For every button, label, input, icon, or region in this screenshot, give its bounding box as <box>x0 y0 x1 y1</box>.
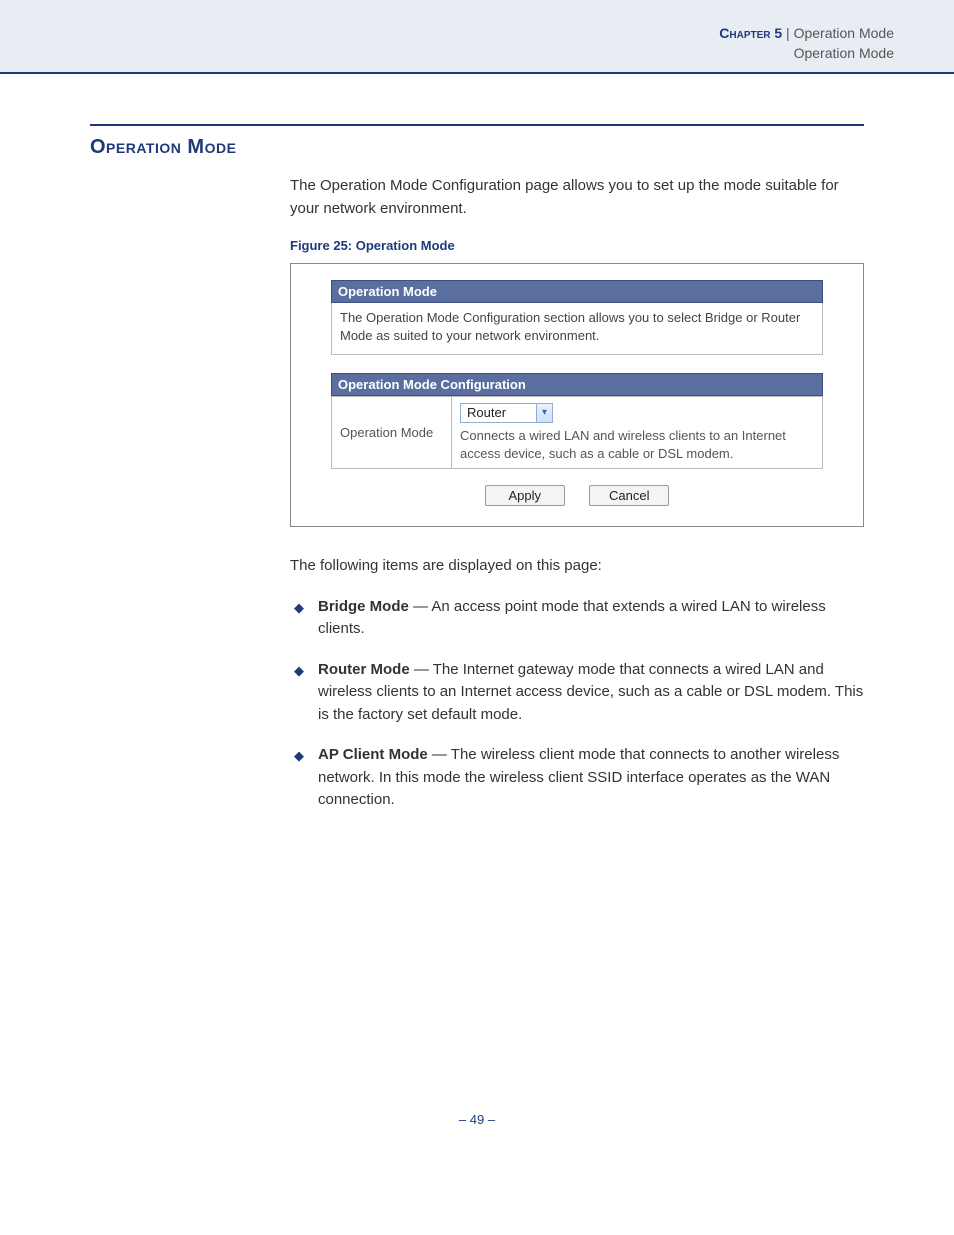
section-rule <box>90 124 864 126</box>
page-header: Chapter 5 | Operation Mode Operation Mod… <box>0 0 954 74</box>
chapter-label: Chapter 5 <box>719 25 782 41</box>
intro-paragraph: The Operation Mode Configuration page al… <box>290 175 864 220</box>
operation-mode-select[interactable]: Router▾ <box>460 403 553 423</box>
item-name: Router Mode <box>318 661 410 678</box>
breadcrumb-separator: | <box>782 25 793 41</box>
config-table: Operation Mode Router▾ Connects a wired … <box>331 396 823 469</box>
followup-paragraph: The following items are displayed on thi… <box>290 555 864 578</box>
mode-list: Bridge Mode — An access point mode that … <box>290 596 864 812</box>
cancel-button[interactable]: Cancel <box>589 485 669 506</box>
list-item: Bridge Mode — An access point mode that … <box>290 596 864 641</box>
panel-title-bar: Operation Mode <box>331 280 823 303</box>
operation-mode-hint: Connects a wired LAN and wireless client… <box>460 427 814 462</box>
select-value: Router <box>461 404 536 421</box>
operation-mode-cell: Router▾ Connects a wired LAN and wireles… <box>452 397 823 469</box>
panel-description: The Operation Mode Configuration section… <box>331 303 823 355</box>
operation-mode-label: Operation Mode <box>332 397 452 469</box>
item-name: AP Client Mode <box>318 746 428 763</box>
item-name: Bridge Mode <box>318 598 409 615</box>
header-breadcrumb: Chapter 5 | Operation Mode Operation Mod… <box>719 24 894 63</box>
breadcrumb-level1: Operation Mode <box>794 25 894 41</box>
apply-button[interactable]: Apply <box>485 485 565 506</box>
table-row: Operation Mode Router▾ Connects a wired … <box>332 397 823 469</box>
breadcrumb-level2: Operation Mode <box>719 44 894 64</box>
button-row: Apply Cancel <box>331 485 823 506</box>
list-item: Router Mode — The Internet gateway mode … <box>290 659 864 727</box>
figure-caption: Figure 25: Operation Mode <box>290 238 864 253</box>
config-title-bar: Operation Mode Configuration <box>331 373 823 396</box>
list-item: AP Client Mode — The wireless client mod… <box>290 744 864 812</box>
chevron-down-icon: ▾ <box>536 404 552 422</box>
figure-screenshot: Operation Mode The Operation Mode Config… <box>290 263 864 527</box>
page-footer: – 49 – <box>90 1112 864 1157</box>
section-heading: Operation Mode <box>90 136 864 159</box>
